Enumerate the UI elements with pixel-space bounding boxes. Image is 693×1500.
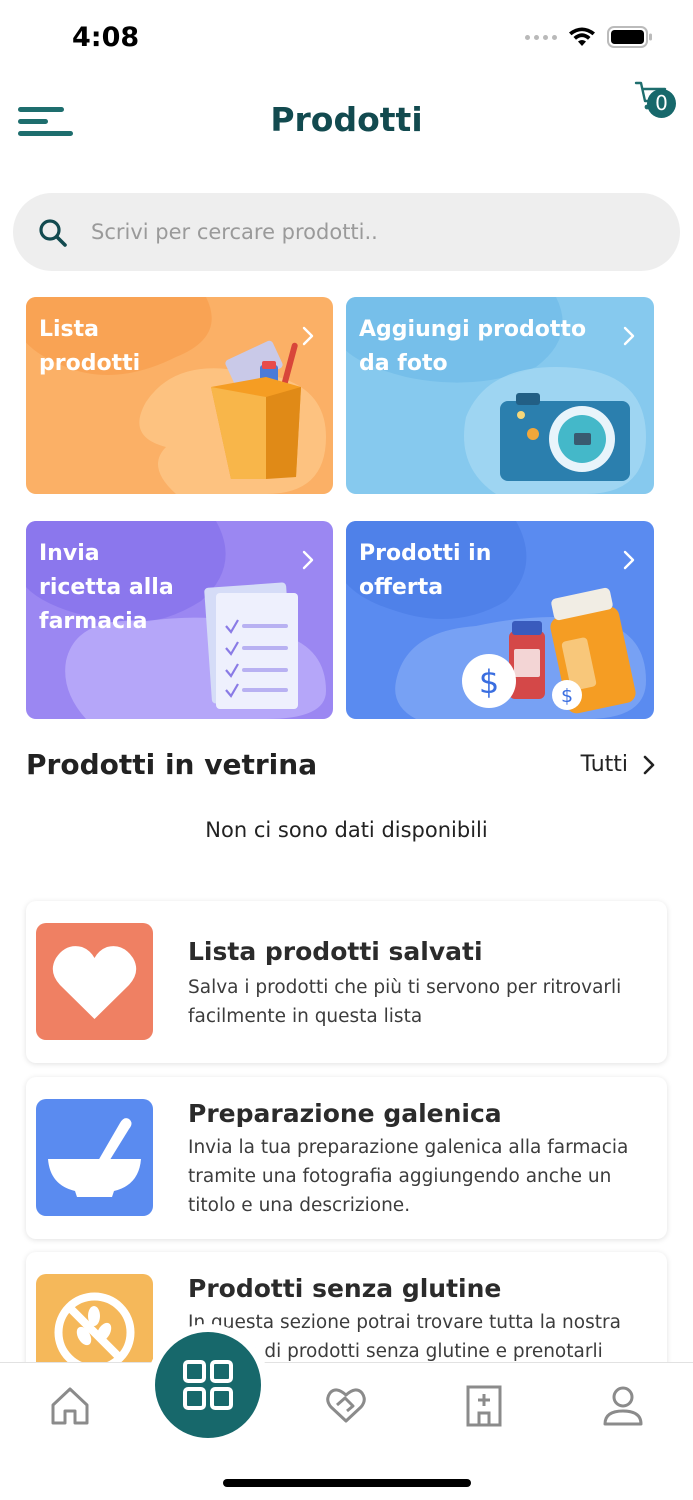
search-icon xyxy=(39,219,67,247)
showcase-title: Prodotti in vetrina xyxy=(26,748,318,781)
status-time: 4:08 xyxy=(72,22,140,53)
search-input[interactable] xyxy=(91,193,651,271)
status-bar: 4:08 xyxy=(0,0,693,80)
feature-title: Lista prodotti salvati xyxy=(188,937,483,966)
mortar-pestle-icon xyxy=(48,1118,141,1197)
tile-lista-prodotti[interactable]: Lista prodotti xyxy=(26,297,333,494)
app-header: Prodotti 0 xyxy=(0,80,693,170)
chevron-right-icon xyxy=(643,755,655,774)
feature-thumb xyxy=(36,923,153,1040)
tile-title: Prodotti in offerta xyxy=(359,541,492,600)
tile-title: Aggiungi prodotto da foto xyxy=(359,317,587,376)
svg-text:$: $ xyxy=(561,685,573,707)
tab-home[interactable] xyxy=(45,1381,95,1431)
search-bar[interactable] xyxy=(13,193,680,271)
feature-saved-products[interactable]: Lista prodotti salvati Salva i prodotti … xyxy=(26,901,667,1063)
empty-message: Non ci sono dati disponibili xyxy=(205,818,488,842)
status-icons xyxy=(525,26,653,48)
profile-icon xyxy=(603,1386,643,1426)
chevron-right-icon xyxy=(302,550,314,570)
battery-icon xyxy=(607,26,652,48)
tile-prodotti-in-offerta[interactable]: $ $ Prodotti in offerta xyxy=(346,521,654,719)
svg-text:$: $ xyxy=(479,663,499,701)
see-all-label: Tutti xyxy=(580,752,628,777)
grid-icon xyxy=(183,1360,233,1410)
tile-aggiungi-prodotto-da-foto[interactable]: Aggiungi prodotto da foto xyxy=(346,297,654,494)
home-icon xyxy=(51,1387,89,1425)
feature-description: Invia la tua preparazione galenica alla … xyxy=(188,1137,629,1216)
chevron-right-icon xyxy=(623,326,635,346)
chevron-right-icon xyxy=(623,550,635,570)
tab-products[interactable] xyxy=(155,1332,261,1438)
signal-icon xyxy=(525,34,557,40)
pharmacy-icon xyxy=(466,1385,502,1427)
feature-title: Prodotti senza glutine xyxy=(188,1274,502,1303)
feature-thumb xyxy=(36,1099,153,1216)
chevron-right-icon xyxy=(302,326,314,346)
tab-profile[interactable] xyxy=(598,1381,648,1431)
heart-icon xyxy=(52,946,137,1019)
cart-button[interactable]: 0 xyxy=(630,80,685,125)
feature-galenic-preparation[interactable]: Preparazione galenica Invia la tua prepa… xyxy=(26,1077,667,1239)
tile-title: Lista prodotti xyxy=(39,317,141,376)
home-indicator xyxy=(223,1479,471,1487)
see-all-link[interactable]: Tutti xyxy=(581,752,656,777)
tile-title: Invia ricetta alla farmacia xyxy=(39,541,174,634)
tab-pharmacy[interactable] xyxy=(459,1381,509,1431)
wifi-icon xyxy=(569,27,595,46)
page-title: Prodotti xyxy=(270,100,423,139)
tab-health[interactable] xyxy=(321,1381,371,1431)
heart-handshake-icon xyxy=(326,1388,366,1423)
feature-title: Preparazione galenica xyxy=(188,1099,502,1128)
feature-description: Salva i prodotti che più ti servono per … xyxy=(188,977,622,1027)
cart-count-badge: 0 xyxy=(647,89,676,118)
tile-invia-ricetta[interactable]: Invia ricetta alla farmacia xyxy=(26,521,333,719)
